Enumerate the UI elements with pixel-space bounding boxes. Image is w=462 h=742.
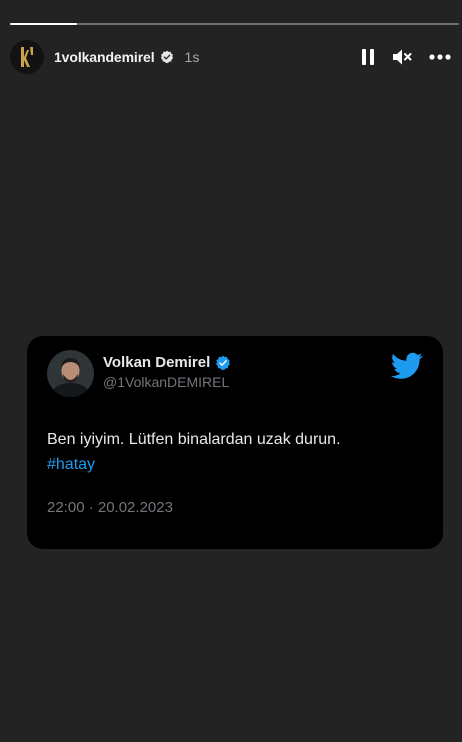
pause-icon xyxy=(362,49,374,65)
tweet-author-avatar xyxy=(47,350,94,397)
tweet-author-handle: @1VolkanDEMIREL xyxy=(103,374,230,390)
twitter-bird-icon xyxy=(391,352,423,379)
story-header: 1volkandemirel 1s xyxy=(10,40,452,74)
story-username[interactable]: 1volkandemirel xyxy=(54,49,155,65)
story-viewer: 1volkandemirel 1s Volkan Demirel @1Volka… xyxy=(0,0,462,742)
tweet-text: Ben iyiyim. Lütfen binalardan uzak durun… xyxy=(47,431,341,448)
mute-button[interactable] xyxy=(390,45,414,69)
brand-logo-icon xyxy=(21,47,33,67)
speaker-muted-icon xyxy=(393,49,412,65)
tweet-datetime: 22:00 · 20.02.2023 xyxy=(47,499,173,516)
pause-button[interactable] xyxy=(356,45,380,69)
more-options-button[interactable] xyxy=(428,45,452,69)
verified-badge-icon xyxy=(160,50,174,64)
story-avatar[interactable] xyxy=(10,40,44,74)
tweet-hashtag-link[interactable]: #hatay xyxy=(47,452,341,477)
story-progress-fill xyxy=(10,23,78,25)
story-controls xyxy=(356,45,452,69)
tweet-body: Ben iyiyim. Lütfen binalardan uzak durun… xyxy=(47,427,341,477)
story-progress-bar xyxy=(10,23,459,25)
verified-badge-icon xyxy=(216,355,231,370)
tweet-author-name: Volkan Demirel xyxy=(103,354,211,371)
story-timestamp: 1s xyxy=(184,49,200,65)
tweet-card: Volkan Demirel @1VolkanDEMIREL Ben iyiyi… xyxy=(27,336,443,549)
tweet-author-name-row: Volkan Demirel xyxy=(103,354,231,371)
more-options-icon xyxy=(429,54,451,60)
